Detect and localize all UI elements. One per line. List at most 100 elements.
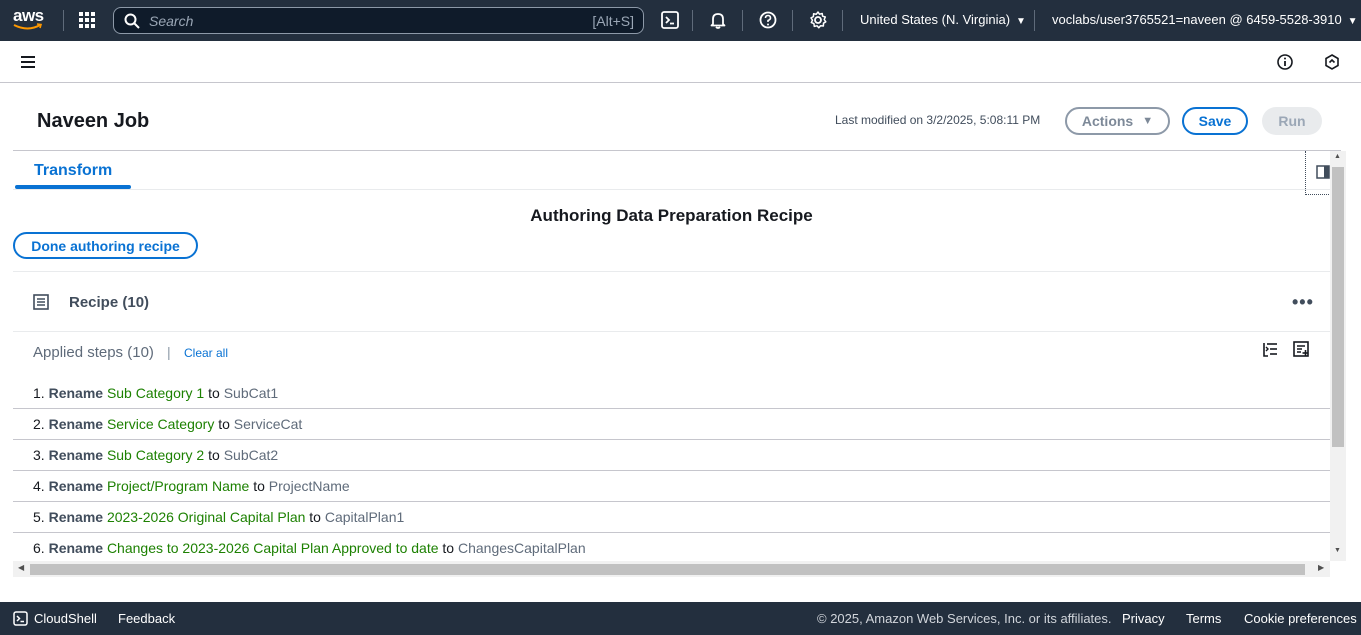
- tab-transform[interactable]: Transform: [34, 162, 112, 180]
- recipe-title: Recipe (10): [69, 294, 150, 311]
- scrollbar-thumb[interactable]: [30, 564, 1305, 575]
- last-modified-timestamp: Last modified on 3/2/2025, 5:08:11 PM: [835, 113, 1041, 127]
- recipe-step[interactable]: 4. Rename Project/Program Name to Projec…: [13, 471, 1330, 502]
- panel-layout-icon: [1316, 165, 1330, 179]
- scroll-up-arrow-icon[interactable]: ▲: [1334, 153, 1341, 160]
- copyright-text: © 2025, Amazon Web Services, Inc. or its…: [817, 611, 1112, 626]
- recipe-panel-header: Recipe (10) •••: [13, 271, 1330, 332]
- step-source-column: Sub Category 1: [106, 385, 205, 401]
- step-action: Rename: [48, 540, 104, 556]
- aws-smile-icon: [13, 23, 43, 30]
- actions-label: Actions: [1081, 113, 1134, 129]
- cookie-preferences-link[interactable]: Cookie preferences: [1244, 611, 1357, 626]
- recipe-list-icon: [33, 294, 49, 310]
- search-input[interactable]: Search [Alt+S]: [113, 7, 644, 34]
- scroll-down-arrow-icon[interactable]: ▼: [1334, 547, 1341, 554]
- top-navigation-bar: aws Search [Alt+S] United States (N. Vir…: [0, 0, 1361, 41]
- settings-gear-icon[interactable]: [809, 11, 827, 29]
- more-options-icon[interactable]: •••: [1292, 292, 1314, 313]
- step-to: to: [218, 416, 230, 432]
- recipe-steps-list: 1. Rename Sub Category 1 to SubCat1 2. R…: [13, 378, 1330, 564]
- account-menu[interactable]: voclabs/user3765521=naveen @ 6459-5528-3…: [1052, 12, 1358, 27]
- step-source-column: 2023-2026 Original Capital Plan: [106, 509, 306, 525]
- account-label: voclabs/user3765521=naveen @ 6459-5528-3…: [1052, 12, 1342, 27]
- done-authoring-button[interactable]: Done authoring recipe: [13, 232, 198, 259]
- info-icon[interactable]: [1277, 54, 1293, 70]
- step-target-column: ChangesCapitalPlan: [457, 540, 586, 556]
- step-to: to: [208, 385, 220, 401]
- step-number: 2.: [33, 416, 45, 432]
- scroll-right-arrow-icon[interactable]: ▶: [1318, 563, 1324, 572]
- step-source-column: Project/Program Name: [106, 478, 250, 494]
- step-to: to: [208, 447, 220, 463]
- step-action: Rename: [48, 385, 104, 401]
- step-target-column: ProjectName: [268, 478, 350, 494]
- caret-down-icon: ▼: [1142, 115, 1154, 127]
- aws-logo[interactable]: aws: [13, 6, 47, 33]
- step-number: 5.: [33, 509, 45, 525]
- step-number: 3.: [33, 447, 45, 463]
- actions-button[interactable]: Actions ▼: [1065, 107, 1170, 135]
- recipe-step[interactable]: 2. Rename Service Category to ServiceCat: [13, 409, 1330, 440]
- step-target-column: SubCat1: [223, 385, 279, 401]
- recipe-step[interactable]: 3. Rename Sub Category 2 to SubCat2: [13, 440, 1330, 471]
- run-button[interactable]: Run: [1262, 107, 1322, 135]
- step-to: to: [442, 540, 455, 556]
- step-target-column: SubCat2: [223, 447, 279, 463]
- cloudshell-icon[interactable]: [661, 11, 679, 29]
- feedback-hexagon-icon[interactable]: [1324, 54, 1340, 70]
- step-source-column: Service Category: [106, 416, 215, 432]
- secondary-toolbar: [0, 41, 1361, 83]
- step-number: 1.: [33, 385, 45, 401]
- divider: [742, 10, 743, 31]
- scroll-left-arrow-icon[interactable]: ◀: [18, 563, 24, 572]
- footer-bar: CloudShell Feedback © 2025, Amazon Web S…: [0, 602, 1361, 635]
- step-action: Rename: [48, 416, 104, 432]
- region-label: United States (N. Virginia): [860, 12, 1011, 27]
- caret-down-icon: ▼: [1016, 16, 1026, 27]
- recipe-step[interactable]: 5. Rename 2023-2026 Original Capital Pla…: [13, 502, 1330, 533]
- step-number: 4.: [33, 478, 45, 494]
- applied-steps-label: Applied steps (10): [33, 344, 154, 361]
- services-grid-icon[interactable]: [79, 12, 95, 28]
- step-to: to: [253, 478, 265, 494]
- authoring-heading: Authoring Data Preparation Recipe: [530, 206, 813, 225]
- clear-all-link[interactable]: Clear all: [184, 346, 228, 360]
- divider: [842, 10, 843, 31]
- step-to: to: [309, 509, 321, 525]
- aws-logo-text: aws: [13, 6, 44, 25]
- save-button[interactable]: Save: [1182, 107, 1248, 135]
- privacy-link[interactable]: Privacy: [1122, 611, 1165, 626]
- search-placeholder: Search: [149, 13, 194, 29]
- search-shortcut: [Alt+S]: [592, 13, 634, 29]
- cloudshell-icon[interactable]: [13, 611, 28, 626]
- step-action: Rename: [48, 478, 104, 494]
- separator: |: [167, 344, 171, 360]
- region-selector[interactable]: United States (N. Virginia) ▼: [860, 12, 1026, 27]
- import-steps-icon[interactable]: [1262, 341, 1279, 358]
- tab-bar: Transform: [13, 150, 1341, 195]
- step-source-column: Sub Category 2: [106, 447, 205, 463]
- page-title: Naveen Job: [37, 110, 150, 132]
- help-icon[interactable]: [759, 11, 777, 29]
- search-icon: [124, 13, 140, 29]
- recipe-step[interactable]: 6. Rename Changes to 2023-2026 Capital P…: [13, 533, 1330, 564]
- step-source-column: Changes to 2023-2026 Capital Plan Approv…: [106, 540, 439, 556]
- divider: [792, 10, 793, 31]
- recipe-step[interactable]: 1. Rename Sub Category 1 to SubCat1: [13, 378, 1330, 409]
- add-step-icon[interactable]: [1293, 341, 1310, 358]
- step-target-column: CapitalPlan1: [324, 509, 405, 525]
- step-action: Rename: [48, 447, 104, 463]
- divider: [63, 10, 64, 31]
- divider: [692, 10, 693, 31]
- hamburger-menu-icon[interactable]: [20, 55, 36, 69]
- notifications-bell-icon[interactable]: [709, 11, 727, 29]
- terms-link[interactable]: Terms: [1186, 611, 1221, 626]
- caret-down-icon: ▼: [1347, 16, 1358, 27]
- step-number: 6.: [33, 540, 45, 556]
- divider: [1034, 10, 1035, 31]
- cloudshell-link[interactable]: CloudShell: [34, 611, 97, 626]
- feedback-link[interactable]: Feedback: [118, 611, 175, 626]
- step-action: Rename: [48, 509, 104, 525]
- step-target-column: ServiceCat: [233, 416, 303, 432]
